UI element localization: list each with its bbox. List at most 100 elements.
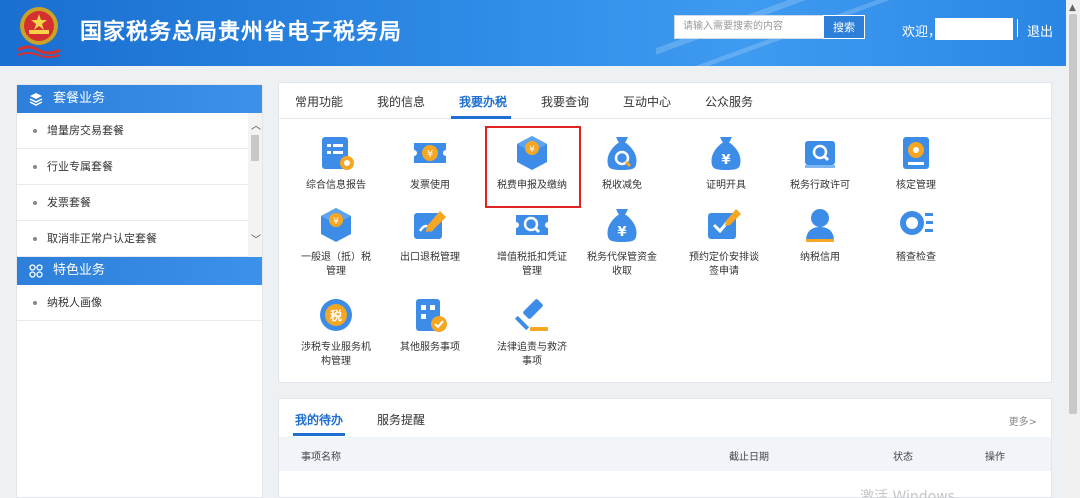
chevron-up-icon[interactable]: ︿ (251, 117, 261, 132)
ticket-search-icon (516, 215, 548, 235)
check-edit-icon (708, 209, 741, 239)
tile-assessment[interactable]: 核定管理 (871, 133, 961, 193)
tile-vat-voucher[interactable]: 增值税抵扣凭证 管理 (487, 205, 577, 279)
search-button[interactable]: 搜索 (823, 15, 865, 39)
svg-text:税: 税 (330, 308, 342, 323)
tile-label: 综合信息报告 (306, 180, 366, 191)
tab-query[interactable]: 我要查询 (541, 93, 589, 110)
list-item[interactable]: 取消非正常户认定套餐 (17, 221, 262, 257)
tile-label: 纳税信用 (800, 252, 840, 263)
tile-pricing-arrangement[interactable]: 预约定价安排谈 签申请 (679, 205, 769, 279)
tile-legal-remedy[interactable]: 法律追责与救济 事项 (487, 295, 577, 369)
scroll-up-icon[interactable]: ▲ (1069, 3, 1076, 13)
list-item[interactable]: 增量房交易套餐 (17, 113, 262, 149)
tile-label: 税收减免 (602, 180, 642, 191)
site-header: 国家税务总局贵州省电子税务局 请输入需要搜索的内容 搜索 欢迎， 退出 (0, 0, 1066, 66)
tile-label: 发票使用 (410, 180, 450, 191)
tab-tax-handling[interactable]: 我要办税 (459, 93, 507, 110)
tile-label: 涉税专业服务机 (301, 342, 371, 353)
license-search-icon (805, 141, 835, 168)
main-tabs: 常用功能 我的信息 我要办税 我要查询 互动中心 公众服务 (279, 83, 1051, 119)
tab-public-service[interactable]: 公众服务 (705, 93, 753, 110)
svg-text:¥: ¥ (333, 217, 339, 227)
pen-document-icon (414, 211, 446, 239)
group-package-business[interactable]: 套餐业务 (17, 85, 262, 113)
tile-label: 其他服务事项 (400, 342, 460, 353)
column-header: 截止日期 (729, 452, 769, 463)
highlight-box (485, 126, 581, 208)
money-bag-yuan-icon: ¥ (607, 209, 637, 242)
search-list-icon (900, 211, 933, 235)
tile-label: 核定管理 (896, 180, 936, 191)
tile-label: 一般退（抵）税 (301, 252, 371, 263)
list-scrollbar[interactable]: ︿ ﹀ (248, 113, 262, 257)
todo-table-header: 事项名称 截止日期 状态 操作 (279, 437, 1051, 471)
tile-general-refund[interactable]: ¥ 一般退（抵）税 管理 (291, 205, 381, 279)
todo-panel: 我的待办 服务提醒 更多> 事项名称 截止日期 状态 操作 (278, 398, 1052, 498)
grid-icon (29, 264, 43, 278)
tile-label: 税务行政许可 (790, 180, 850, 191)
tile-info-report[interactable]: 综合信息报告 (291, 133, 381, 193)
list-item[interactable]: 纳税人画像 (17, 285, 262, 321)
package-list: 增量房交易套餐 行业专属套餐 发票套餐 取消非正常户认定套餐 ︿ ﹀ (17, 113, 262, 257)
tab-my-info[interactable]: 我的信息 (377, 93, 425, 110)
yuan-box-icon: ¥ (321, 208, 351, 242)
scrollbar-thumb[interactable] (1069, 14, 1077, 414)
business-sidebar: 套餐业务 增量房交易套餐 行业专属套餐 发票套餐 取消非正常户认定套餐 ︿ ﹀ … (16, 84, 263, 498)
scrollbar-thumb[interactable] (251, 135, 259, 161)
list-item[interactable]: 发票套餐 (17, 185, 262, 221)
tile-label-line2: 管理 (326, 266, 346, 277)
page-scrollbar[interactable]: ▲ (1066, 0, 1080, 498)
tab-service-reminder[interactable]: 服务提醒 (377, 411, 425, 428)
tile-fund-custody[interactable]: ¥ 税务代保管资金 收取 (577, 205, 667, 279)
more-link[interactable]: 更多> (1009, 413, 1037, 428)
tile-export-refund[interactable]: 出口退税管理 (385, 205, 475, 265)
tile-label-line2: 签申请 (709, 266, 739, 277)
invoice-ticket-icon: ¥ (414, 143, 446, 163)
tile-label: 增值税抵扣凭证 (497, 252, 567, 263)
search-input[interactable]: 请输入需要搜索的内容 (674, 15, 824, 39)
tile-label: 出口退税管理 (400, 252, 460, 263)
tile-inspection[interactable]: 稽查检查 (871, 205, 961, 265)
svg-text:¥: ¥ (427, 149, 433, 160)
tile-invoice-use[interactable]: ¥ 发票使用 (385, 133, 475, 193)
tile-tax-credit[interactable]: 纳税信用 (775, 205, 865, 265)
tile-label-line2: 事项 (522, 356, 542, 367)
gear-document-icon (903, 137, 929, 169)
tile-tax-reduction[interactable]: 税收减免 (577, 133, 667, 193)
tile-label: 法律追责与救济 (497, 342, 567, 353)
national-emblem-icon (17, 7, 61, 58)
column-header: 状态 (893, 452, 913, 463)
svg-text:¥: ¥ (721, 153, 730, 168)
group-label: 套餐业务 (53, 91, 106, 106)
tile-label: 证明开具 (706, 180, 746, 191)
tab-interaction-center[interactable]: 互动中心 (623, 93, 671, 110)
money-bag-search-icon (607, 137, 637, 170)
money-bag-yuan-icon: ¥ (711, 137, 741, 170)
user-icon (806, 209, 834, 242)
column-header: 操作 (985, 452, 1005, 463)
site-title: 国家税务总局贵州省电子税务局 (80, 20, 403, 45)
active-tab-indicator (451, 116, 511, 119)
tile-admin-license[interactable]: 税务行政许可 (775, 133, 865, 193)
tile-label-line2: 构管理 (321, 356, 351, 367)
tile-professional-service[interactable]: 税 涉税专业服务机 构管理 (291, 295, 381, 369)
logout-link[interactable]: 退出 (1027, 21, 1053, 40)
tile-label: 税务代保管资金 (587, 252, 657, 263)
document-settings-icon (322, 137, 354, 170)
tile-label-line2: 管理 (522, 266, 542, 277)
tile-certificate[interactable]: ¥ 证明开具 (681, 133, 771, 193)
group-label: 特色业务 (53, 263, 106, 278)
tab-my-todo[interactable]: 我的待办 (295, 411, 343, 428)
list-item[interactable]: 行业专属套餐 (17, 149, 262, 185)
column-header: 事项名称 (301, 452, 341, 463)
tab-common-functions[interactable]: 常用功能 (295, 93, 343, 110)
header-divider (1017, 19, 1018, 37)
active-tab-indicator (293, 433, 345, 436)
tile-label: 稽查检查 (896, 252, 936, 263)
chevron-down-icon[interactable]: ﹀ (251, 231, 261, 246)
tile-other-services[interactable]: 其他服务事项 (385, 295, 475, 355)
group-special-business[interactable]: 特色业务 (17, 257, 262, 285)
windows-watermark: 激活 Windows (860, 489, 955, 498)
svg-text:¥: ¥ (617, 225, 626, 240)
